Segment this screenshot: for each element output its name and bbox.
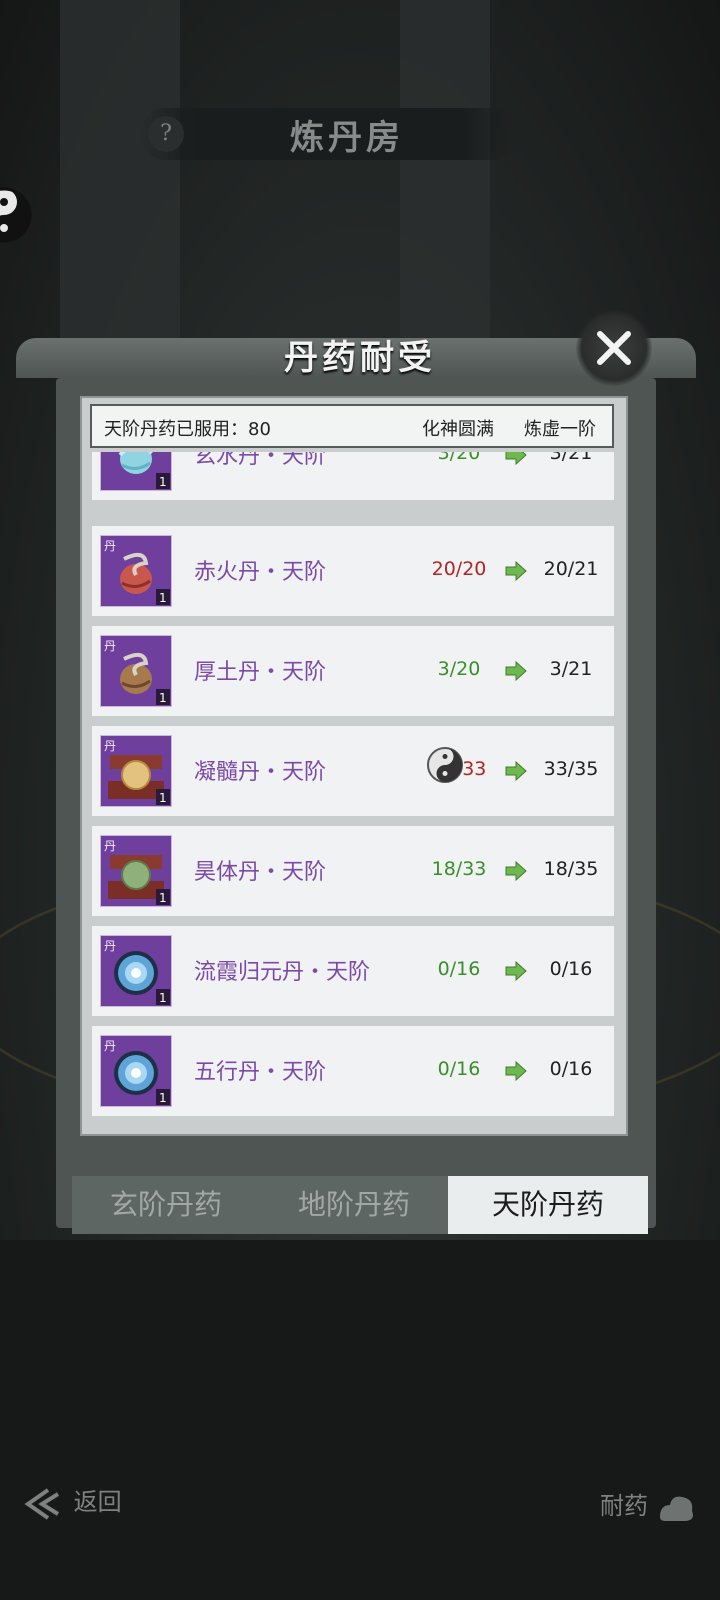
pill-name: 昊体丹・天阶 — [194, 860, 327, 885]
background-page-title: 炼丹房 — [290, 118, 404, 158]
pill-list[interactable]: 丹1玄水丹・天阶3/203/21丹1赤火丹・天阶20/2020/21丹1厚土丹・… — [92, 452, 614, 1126]
background-pillar-left — [60, 0, 180, 360]
back-arrow-icon — [24, 1487, 60, 1520]
pill-red-swirl-icon[interactable]: 丹1 — [100, 535, 172, 607]
pill-orb-blue-icon[interactable]: 丹1 — [100, 935, 172, 1007]
pill-tag-text: 丹 — [104, 1039, 116, 1053]
pill-count: 1 — [159, 591, 167, 605]
pill-row[interactable]: 丹 1 厚土丹・天阶 3/20 3/21 — [92, 626, 614, 716]
pill-count: 1 — [159, 991, 167, 1005]
tier-tabs: 玄阶丹药 地阶丹药 天阶丹药 — [72, 1176, 648, 1234]
pill-blue-swirl-icon[interactable]: 丹1 — [100, 452, 172, 491]
consumed-count-text: 天阶丹药已服用：80 — [104, 419, 271, 440]
pill-tag-text: 丹 — [104, 839, 116, 853]
pill-name: 流霞归元丹・天阶 — [194, 960, 371, 985]
next-tolerance: 20/21 — [543, 558, 599, 580]
tab-tian-tier[interactable]: 天阶丹药 — [448, 1176, 648, 1234]
close-button[interactable] — [576, 310, 652, 386]
current-tolerance: 18/33 — [431, 858, 487, 880]
tolerance-label: 耐药 — [600, 1492, 648, 1520]
pill-tag-text: 丹 — [104, 639, 116, 653]
pill-row[interactable]: 丹1凝髓丹・天阶33/3333/35 — [92, 726, 614, 816]
current-tolerance: 0/16 — [437, 1058, 481, 1080]
arrow-right-icon — [505, 452, 527, 466]
arrow-right-icon — [505, 760, 527, 782]
tolerance-header: 天阶丹药已服用：80 化神圆满 炼虚一阶 — [90, 404, 614, 448]
ink-cloud-icon — [659, 1496, 693, 1521]
arrow-right-icon — [505, 860, 527, 882]
pill-count: 1 — [159, 791, 167, 805]
pill-name: 赤火丹・天阶 — [194, 560, 327, 585]
next-tolerance: 3/21 — [549, 452, 593, 464]
yinyang-side-icon[interactable] — [0, 180, 42, 250]
pill-row[interactable]: 丹 1 流霞归元丹・天阶 0/16 0/16 — [92, 926, 614, 1016]
next-tolerance: 0/16 — [549, 958, 593, 980]
pill-box-gold-icon[interactable]: 丹1 — [100, 735, 172, 807]
pill-row[interactable]: 丹1 玄水丹・天阶 3/20 3/21 — [92, 452, 614, 500]
close-icon — [597, 331, 631, 365]
tolerance-button[interactable]: 耐药 — [600, 1486, 696, 1525]
background-floor — [0, 1240, 720, 1600]
arrow-right-icon — [505, 960, 527, 982]
current-realm-label: 化神圆满 — [422, 419, 494, 440]
pill-row[interactable]: 丹 1 赤火丹・天阶 20/20 20/21 — [92, 526, 614, 616]
pill-count: 1 — [159, 891, 167, 905]
current-tolerance: 20/20 — [431, 558, 487, 580]
back-button[interactable]: 返回 — [22, 1482, 122, 1522]
pill-name: 玄水丹・天阶 — [194, 452, 327, 469]
current-tolerance: 0/16 — [437, 958, 481, 980]
pill-tag-text: 丹 — [104, 739, 116, 753]
arrow-right-icon — [505, 560, 527, 582]
pill-orb-blue-icon[interactable]: 丹1 — [100, 1035, 172, 1107]
pill-count: 1 — [159, 475, 167, 489]
pill-name: 厚土丹・天阶 — [194, 660, 327, 685]
back-label: 返回 — [73, 1488, 122, 1516]
arrow-right-icon — [505, 1060, 527, 1082]
pill-tag-text: 丹 — [104, 939, 116, 953]
help-icon[interactable]: ? — [148, 116, 184, 152]
current-tolerance: 3/20 — [437, 452, 481, 464]
pill-name: 凝髓丹・天阶 — [194, 760, 327, 785]
pill-name: 五行丹・天阶 — [194, 1060, 327, 1085]
pill-count: 1 — [159, 1091, 167, 1105]
next-tolerance: 3/21 — [549, 658, 593, 680]
pill-tag-text: 丹 — [104, 539, 116, 553]
pill-row[interactable]: 丹 1 五行丹・天阶 0/16 0/16 — [92, 1026, 614, 1116]
tab-di-tier[interactable]: 地阶丹药 — [260, 1176, 448, 1234]
current-tolerance: 3/20 — [437, 658, 481, 680]
next-tolerance: 33/35 — [543, 758, 599, 780]
pill-box-green-icon[interactable]: 丹1 — [100, 835, 172, 907]
tab-xuan-tier[interactable]: 玄阶丹药 — [72, 1176, 260, 1234]
floating-yinyang-icon[interactable] — [426, 746, 464, 784]
pill-count: 1 — [159, 691, 167, 705]
background-pillar-right — [400, 0, 490, 360]
next-tolerance: 18/35 — [543, 858, 599, 880]
pill-row[interactable]: 丹 1 昊体丹・天阶 18/33 18/35 — [92, 826, 614, 916]
next-tolerance: 0/16 — [549, 1058, 593, 1080]
next-realm-label: 炼虚一阶 — [524, 419, 596, 440]
pill-earth-swirl-icon[interactable]: 丹1 — [100, 635, 172, 707]
arrow-right-icon — [505, 660, 527, 682]
